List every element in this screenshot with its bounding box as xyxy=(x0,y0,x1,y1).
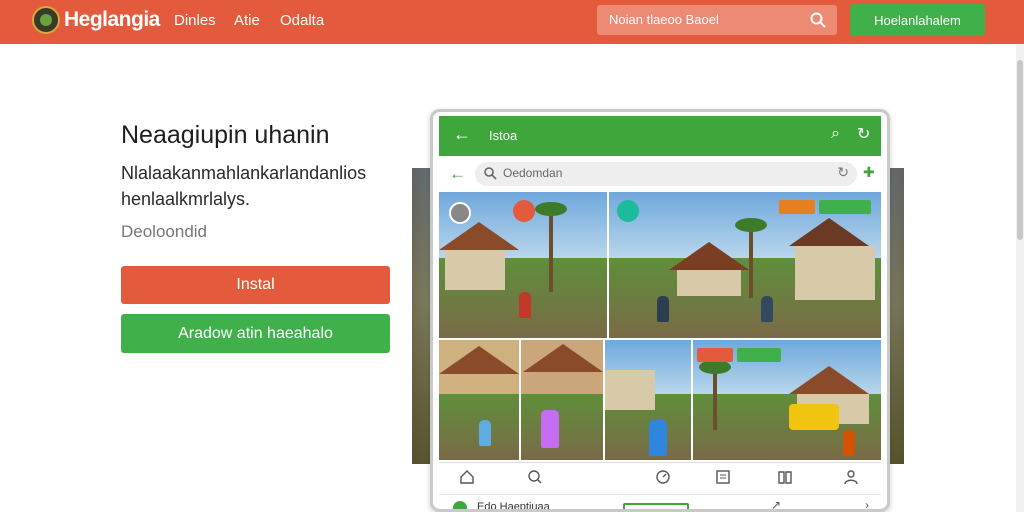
house-roof xyxy=(669,242,749,270)
install-button[interactable]: Instal xyxy=(121,266,390,304)
tablet-footer-text: Edo Haeptiuaa xyxy=(477,501,550,512)
house-wall xyxy=(445,250,505,290)
logo-icon[interactable] xyxy=(32,6,60,34)
house-wall xyxy=(605,370,655,410)
compass-icon[interactable] xyxy=(655,469,671,485)
tag-chip[interactable] xyxy=(737,348,781,362)
badge-icon xyxy=(513,200,535,222)
person xyxy=(761,296,773,322)
tablet-app-bar: ← Istoa ⌕ ↻ xyxy=(439,116,881,156)
chevron-right-icon[interactable]: › xyxy=(865,498,869,509)
person xyxy=(649,420,667,456)
photo-tile[interactable] xyxy=(521,340,603,460)
house-roof xyxy=(523,344,603,372)
badge-icon xyxy=(617,200,639,222)
refresh-icon[interactable]: ↻ xyxy=(837,164,849,181)
nav-item-3[interactable]: Odalta xyxy=(280,12,324,29)
vehicle xyxy=(789,404,839,430)
tablet-footer-row: Edo Haeptiuaa ↗ › xyxy=(439,494,881,512)
tablet-app-title: Istoa xyxy=(489,128,518,143)
list-icon[interactable] xyxy=(715,469,731,485)
person xyxy=(541,410,559,448)
palm-tree xyxy=(735,218,767,298)
search-icon[interactable] xyxy=(527,469,543,485)
logo-emblem xyxy=(40,14,52,26)
hero-subnote: Deoloondid xyxy=(121,222,208,241)
photo-ground xyxy=(521,394,603,460)
search-placeholder: Noian tlaeoo Baoel xyxy=(609,12,719,27)
search-icon[interactable] xyxy=(809,11,827,29)
user-icon[interactable] xyxy=(843,469,859,485)
arrow-icon[interactable]: ↗ xyxy=(771,498,781,509)
palm-tree xyxy=(535,202,567,292)
person xyxy=(843,430,855,456)
secondary-button[interactable]: Aradow atin haeahalo xyxy=(121,314,390,353)
status-dot xyxy=(453,501,467,509)
refresh-icon[interactable]: ↻ xyxy=(857,124,870,144)
search-icon[interactable]: ⌕ xyxy=(831,125,840,143)
add-icon[interactable]: ✚ xyxy=(863,164,875,181)
palm-tree xyxy=(699,360,731,430)
tablet-footer-button[interactable] xyxy=(623,503,689,509)
brand-name[interactable]: Heglangia xyxy=(64,8,160,32)
person xyxy=(519,292,531,318)
search-input[interactable]: Noian tlaeoo Baoel xyxy=(597,5,837,35)
photo-tile[interactable] xyxy=(439,340,519,460)
nav-item-2[interactable]: Atie xyxy=(234,12,260,29)
scrollbar-thumb[interactable] xyxy=(1017,60,1023,240)
back-arrow-icon[interactable]: ← xyxy=(453,124,471,145)
top-navigation-bar: Heglangia Dinles Atie Odalta Noian tlaeo… xyxy=(0,0,1024,44)
house-wall xyxy=(795,246,875,300)
badge-icon xyxy=(449,202,471,224)
house-wall xyxy=(677,270,741,296)
back-arrow-icon[interactable]: ← xyxy=(449,164,466,184)
person xyxy=(479,420,491,446)
tablet-search-row: ← Oedomdan ↻ ✚ xyxy=(439,160,881,190)
home-icon[interactable] xyxy=(459,469,475,485)
tag-chip[interactable] xyxy=(819,200,871,214)
photo-tile[interactable] xyxy=(439,192,607,338)
hero-description: Nlalaakanmahlankarlandanlios henlaalkmrl… xyxy=(121,163,367,209)
photo-tile[interactable] xyxy=(609,192,881,338)
tag-chip[interactable] xyxy=(697,348,733,362)
photo-tile[interactable] xyxy=(605,340,691,460)
house-roof xyxy=(789,218,869,246)
page-title: Neaagiupin uhanin xyxy=(121,121,330,149)
tag-chip[interactable] xyxy=(779,200,815,214)
house-roof xyxy=(789,366,869,394)
photo-tile[interactable] xyxy=(693,340,881,460)
person xyxy=(657,296,669,322)
house-roof xyxy=(439,346,519,374)
book-icon[interactable] xyxy=(777,469,793,485)
header-cta-button[interactable]: Hoelanlahalem xyxy=(850,4,985,36)
house-roof xyxy=(439,222,519,250)
search-icon xyxy=(484,167,497,180)
tablet-search-text: Oedomdan xyxy=(503,166,563,180)
tablet-mockup: ← Istoa ⌕ ↻ ← Oedomdan ↻ ✚ Edo Haeptiuaa… xyxy=(430,109,890,512)
nav-item-1[interactable]: Dinles xyxy=(174,12,216,29)
tablet-bottom-nav xyxy=(439,462,881,492)
tablet-search-input[interactable]: Oedomdan ↻ xyxy=(475,162,857,186)
